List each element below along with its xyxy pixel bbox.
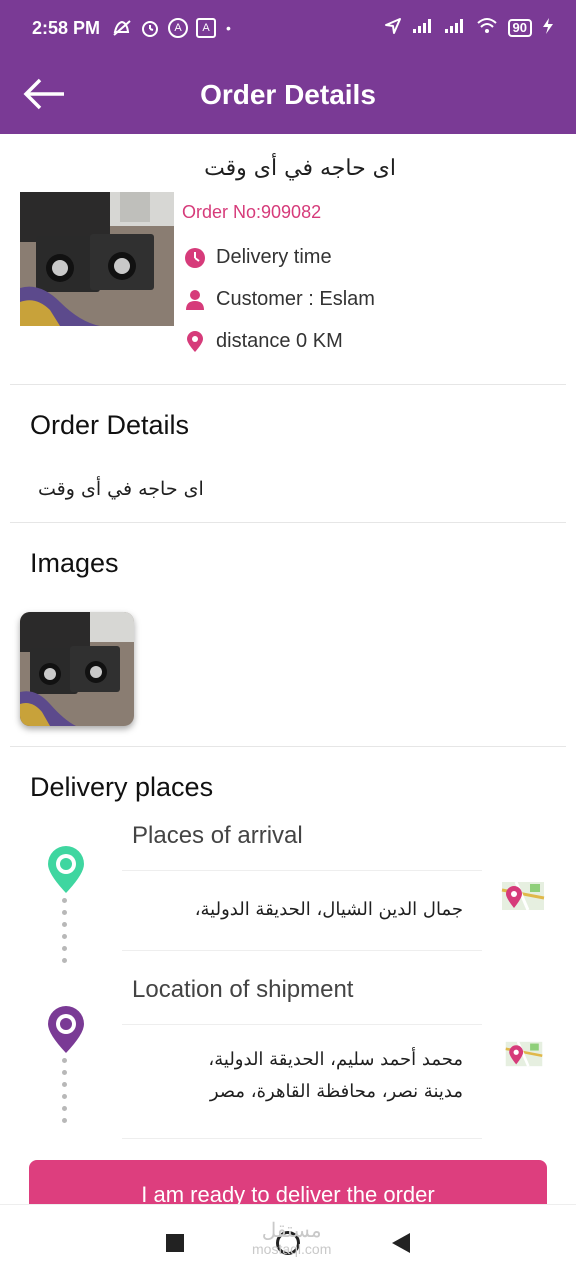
status-bar: 2:58 PM A A • 90 xyxy=(0,0,576,56)
back-button[interactable] xyxy=(22,74,66,114)
product-thumbnail[interactable] xyxy=(20,192,174,326)
divider xyxy=(122,1138,482,1139)
alarm-icon xyxy=(140,18,160,38)
charging-icon xyxy=(542,17,554,40)
distance-row: distance 0 KM xyxy=(184,330,343,353)
distance-label: distance 0 KM xyxy=(216,330,343,352)
delivery-time-row: Delivery time xyxy=(184,246,332,269)
location-pin-icon xyxy=(184,330,206,353)
shipment-address: محمد أحمد سليم، الحديقة الدولية، مدينة ن… xyxy=(208,1044,463,1108)
divider xyxy=(10,746,566,747)
location-arrow-icon xyxy=(384,17,402,40)
divider xyxy=(122,870,482,871)
watermark: مستقل mostaql.com xyxy=(252,1220,332,1257)
battery-icon: 90 xyxy=(507,19,532,37)
notification-dot-icon: • xyxy=(226,20,231,36)
map-icon[interactable] xyxy=(500,878,546,914)
arrival-label: Places of arrival xyxy=(132,822,303,849)
shipment-pin-icon xyxy=(48,1006,84,1053)
mute-icon xyxy=(112,18,132,38)
app-icon-a-boxed: A xyxy=(196,18,217,38)
shipment-label: Location of shipment xyxy=(132,976,354,1003)
status-time: 2:58 PM xyxy=(32,17,101,38)
signal-icon xyxy=(444,18,466,39)
timeline-connector xyxy=(62,1058,68,1130)
order-description: ای حاجه في أى وقت xyxy=(38,478,204,500)
shipment-address-line1: محمد أحمد سليم، الحديقة الدولية، xyxy=(208,1049,463,1070)
order-number: Order No:909082 xyxy=(182,202,322,222)
images-heading: Images xyxy=(30,548,119,578)
divider xyxy=(10,522,566,523)
customer-row: Customer : Eslam xyxy=(184,288,375,311)
customer-label: Customer : Eslam xyxy=(216,288,375,310)
arrow-left-icon xyxy=(23,78,64,110)
page-title: Order Details xyxy=(200,79,376,110)
timeline-connector xyxy=(62,898,68,970)
map-icon[interactable] xyxy=(504,1038,550,1074)
app-icon-a: A xyxy=(168,18,189,38)
arrival-pin-icon xyxy=(48,846,84,893)
clock-icon xyxy=(184,247,206,269)
app-bar: Order Details xyxy=(0,56,576,134)
recents-button[interactable] xyxy=(166,1233,184,1252)
delivery-time-label: Delivery time xyxy=(216,246,332,268)
divider xyxy=(122,950,482,951)
user-icon xyxy=(184,289,206,311)
system-back-button[interactable] xyxy=(392,1232,410,1253)
delivery-places-heading: Delivery places xyxy=(30,772,214,802)
product-title: ای حاجه في أى وقت xyxy=(204,156,396,181)
order-details-panel: ای حاجه في أى وقت Order No:909082 Delive… xyxy=(10,134,566,1220)
divider xyxy=(122,1024,482,1025)
shipment-address-line2: مدينة نصر، محافظة القاهرة، مصر xyxy=(209,1081,463,1102)
wifi-icon xyxy=(476,17,498,40)
arrival-address: جمال الدين الشيال، الحديقة الدولية، xyxy=(194,899,463,920)
order-details-heading: Order Details xyxy=(30,410,190,440)
signal-icon xyxy=(412,18,434,39)
divider xyxy=(10,384,566,385)
order-image[interactable] xyxy=(20,612,134,726)
